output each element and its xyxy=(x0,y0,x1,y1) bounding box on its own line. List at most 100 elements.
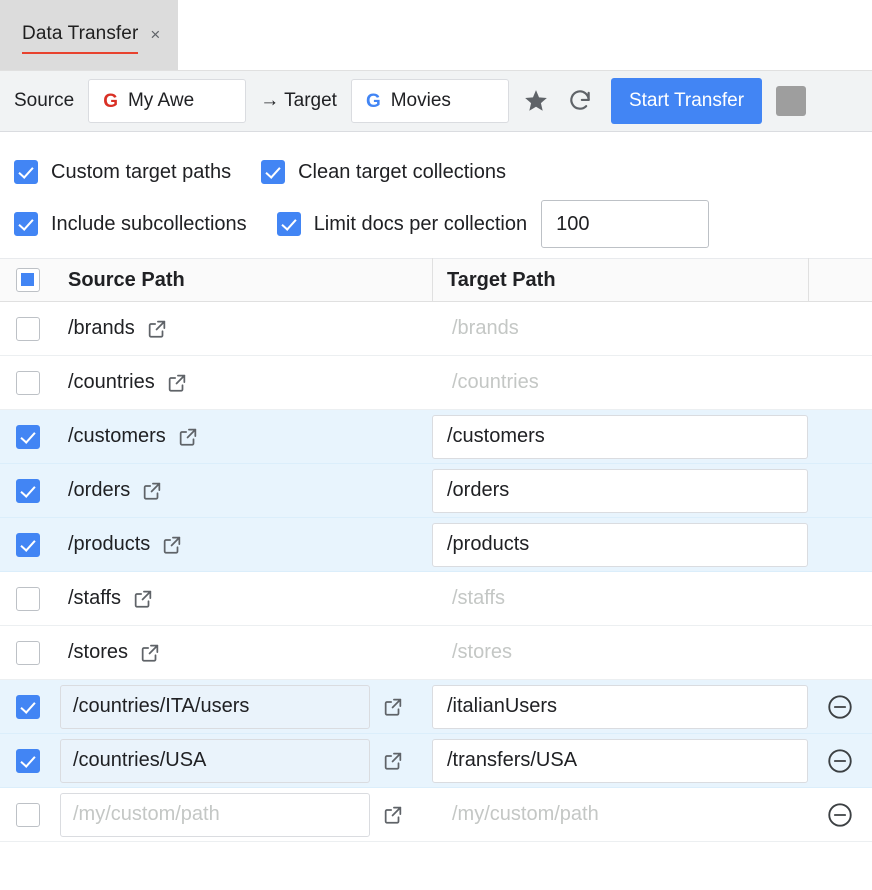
target-path-cell[interactable]: /stores xyxy=(432,641,808,664)
target-path-input[interactable] xyxy=(432,738,808,783)
table-row[interactable]: /staffs/staffs xyxy=(0,572,872,626)
option-label: Limit docs per collection xyxy=(313,212,528,235)
option-custom-target-paths[interactable]: Custom target paths xyxy=(14,160,231,184)
external-link-icon[interactable] xyxy=(166,372,188,394)
checkbox-clean-target-collections[interactable] xyxy=(261,160,286,184)
external-link-icon[interactable] xyxy=(139,642,161,664)
star-icon[interactable] xyxy=(519,84,553,118)
custom-source-path-input[interactable] xyxy=(60,792,370,837)
tab-label: Data Transfer xyxy=(22,23,139,44)
target-path-cell[interactable] xyxy=(432,522,808,567)
option-label: Clean target collections xyxy=(298,160,506,183)
target-path-input[interactable] xyxy=(432,414,808,459)
minus-circle-icon[interactable] xyxy=(826,693,854,721)
table-row[interactable]: /countries/countries xyxy=(0,356,872,410)
row-select-cell[interactable] xyxy=(0,640,56,665)
target-path-cell[interactable]: /staffs xyxy=(432,587,808,610)
source-path-cell xyxy=(56,684,432,729)
target-path-placeholder: /staffs xyxy=(452,587,505,609)
target-path-cell[interactable] xyxy=(432,468,808,513)
row-select-cell[interactable] xyxy=(0,424,56,449)
target-path-cell[interactable]: /brands xyxy=(432,317,808,340)
target-path-placeholder: /brands xyxy=(452,317,519,339)
source-path-cell: /countries xyxy=(56,371,432,394)
tab-data-transfer[interactable]: Data Transfer × xyxy=(0,0,179,70)
select-all-cell[interactable] xyxy=(0,268,56,292)
column-header-source-path[interactable]: Source Path xyxy=(56,269,432,292)
checkbox-row-select[interactable] xyxy=(16,478,40,503)
option-label: Custom target paths xyxy=(51,160,232,183)
row-select-cell[interactable] xyxy=(0,532,56,557)
table-row[interactable]: /customers xyxy=(0,410,872,464)
target-path-cell[interactable]: /countries xyxy=(432,371,808,394)
row-actions-cell xyxy=(808,693,872,721)
row-select-cell[interactable] xyxy=(0,694,56,719)
target-path-cell[interactable] xyxy=(432,684,808,729)
refresh-icon[interactable] xyxy=(563,84,597,118)
external-link-icon[interactable] xyxy=(382,804,404,826)
target-label: → Target xyxy=(260,90,337,111)
checkbox-row-select[interactable] xyxy=(16,640,40,665)
target-path-input[interactable] xyxy=(432,468,808,513)
checkbox-include-subcollections[interactable] xyxy=(14,212,38,236)
table-row[interactable]: /orders xyxy=(0,464,872,518)
checkbox-row-select[interactable] xyxy=(16,802,40,827)
checkbox-row-select[interactable] xyxy=(16,424,40,449)
checkbox-custom-target-paths[interactable] xyxy=(14,160,38,184)
custom-table-row[interactable] xyxy=(0,734,872,788)
custom-source-path-input[interactable] xyxy=(60,738,370,783)
custom-source-path-input[interactable] xyxy=(60,684,370,729)
checkbox-row-select[interactable] xyxy=(16,586,40,611)
checkbox-select-all[interactable] xyxy=(16,268,40,292)
source-path-text: /products xyxy=(68,533,151,555)
checkbox-row-select[interactable] xyxy=(16,694,40,719)
custom-table-row[interactable] xyxy=(0,680,872,734)
option-limit-docs-per-collection[interactable]: Limit docs per collection xyxy=(276,212,528,236)
options-row-2: Include subcollections Limit docs per co… xyxy=(0,198,872,250)
checkbox-row-select[interactable] xyxy=(16,316,40,341)
source-path-cell: /products xyxy=(56,533,432,556)
image-placeholder[interactable] xyxy=(776,86,807,116)
option-include-subcollections[interactable]: Include subcollections xyxy=(14,212,247,236)
table-row[interactable]: /stores/stores xyxy=(0,626,872,680)
target-path-cell[interactable] xyxy=(432,414,808,459)
row-select-cell[interactable] xyxy=(0,802,56,827)
google-g-icon: G xyxy=(365,90,381,112)
checkbox-row-select[interactable] xyxy=(16,748,40,773)
target-path-cell[interactable] xyxy=(432,738,808,783)
source-path-text: /customers xyxy=(68,425,166,447)
row-select-cell[interactable] xyxy=(0,586,56,611)
external-link-icon[interactable] xyxy=(177,426,199,448)
source-path-cell: /staffs xyxy=(56,587,432,610)
minus-circle-icon[interactable] xyxy=(826,801,854,829)
target-project-picker[interactable]: G Movies xyxy=(350,79,509,123)
row-select-cell[interactable] xyxy=(0,748,56,773)
external-link-icon[interactable] xyxy=(382,750,404,772)
row-select-cell[interactable] xyxy=(0,478,56,503)
external-link-icon[interactable] xyxy=(141,480,163,502)
table-row[interactable]: /brands/brands xyxy=(0,302,872,356)
checkbox-limit-docs-per-collection[interactable] xyxy=(276,212,301,236)
checkbox-row-select[interactable] xyxy=(16,370,40,395)
limit-docs-input[interactable] xyxy=(541,200,710,248)
target-path-input[interactable] xyxy=(432,684,808,729)
column-header-target-path[interactable]: Target Path xyxy=(432,258,808,302)
target-path-cell[interactable]: /my/custom/path xyxy=(432,803,808,826)
minus-circle-icon[interactable] xyxy=(826,747,854,775)
checkbox-row-select[interactable] xyxy=(16,532,40,557)
source-path-cell xyxy=(56,738,432,783)
row-select-cell[interactable] xyxy=(0,316,56,341)
external-link-icon[interactable] xyxy=(146,318,168,340)
external-link-icon[interactable] xyxy=(132,588,154,610)
source-project-picker[interactable]: G My Awe xyxy=(88,79,247,123)
column-header-actions xyxy=(808,258,872,302)
custom-table-row[interactable]: /my/custom/path xyxy=(0,788,872,842)
target-path-input[interactable] xyxy=(432,522,808,567)
row-select-cell[interactable] xyxy=(0,370,56,395)
external-link-icon[interactable] xyxy=(161,534,183,556)
close-icon[interactable]: × xyxy=(150,26,160,45)
external-link-icon[interactable] xyxy=(382,696,404,718)
start-transfer-button[interactable]: Start Transfer xyxy=(610,78,763,124)
option-clean-target-collections[interactable]: Clean target collections xyxy=(261,160,506,184)
table-row[interactable]: /products xyxy=(0,518,872,572)
